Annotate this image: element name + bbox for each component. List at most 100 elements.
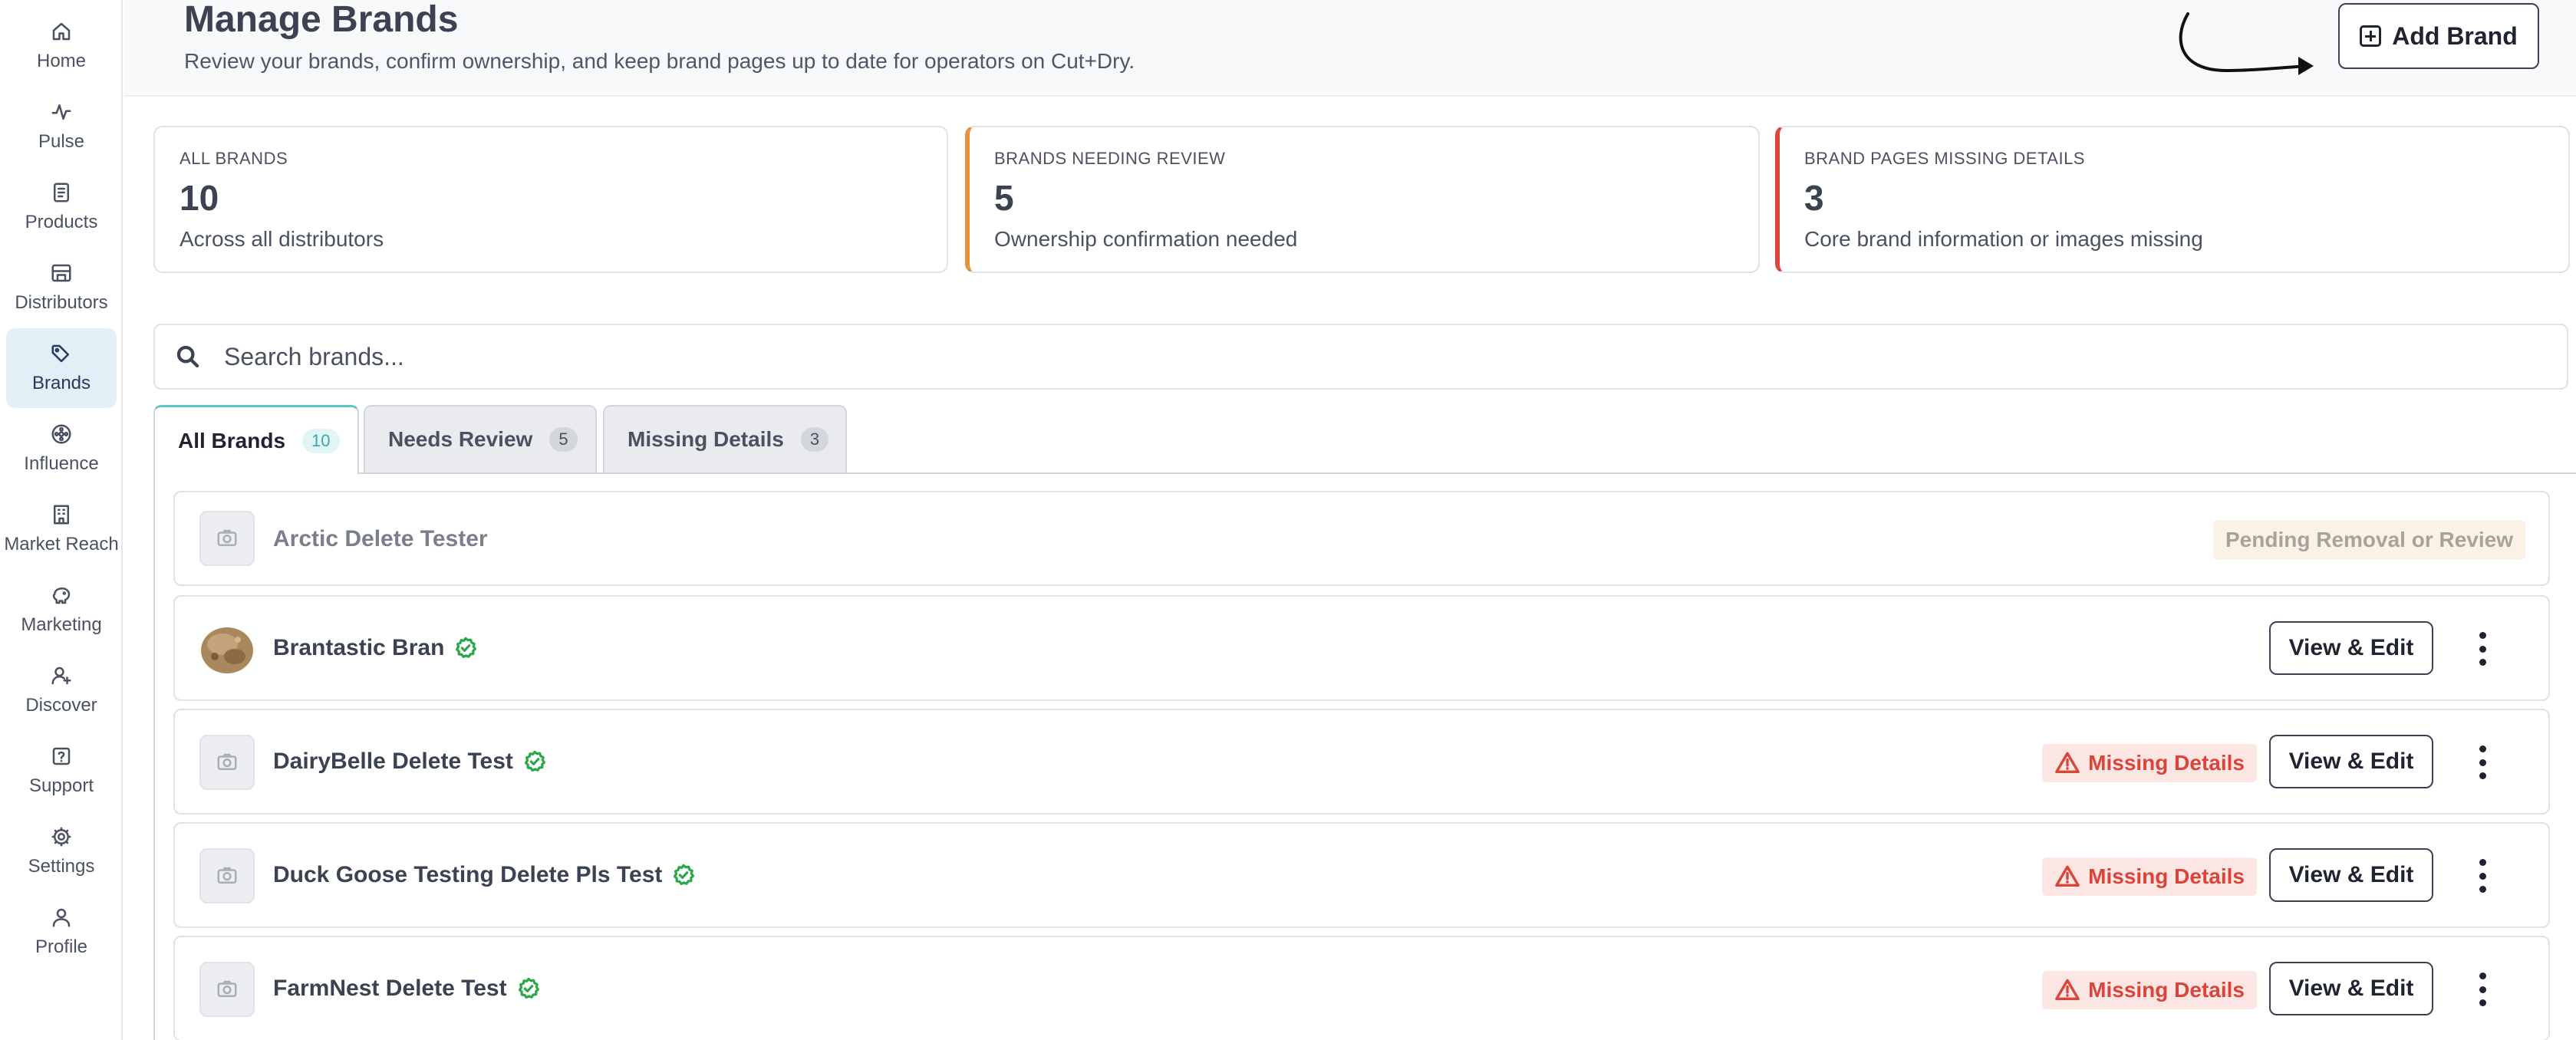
sidebar-item-support[interactable]: Support <box>6 731 117 811</box>
tag-icon <box>50 342 73 365</box>
tab-needs-review[interactable]: Needs Review 5 <box>364 405 597 472</box>
brand-name: Arctic Delete Tester <box>273 526 488 552</box>
sidebar-item-label: Distributors <box>15 292 108 313</box>
sidebar-item-products[interactable]: Products <box>6 167 117 247</box>
stat-card-needing-review: BRANDS NEEDING REVIEW 5 Ownership confir… <box>965 126 1760 273</box>
sidebar-item-label: Settings <box>28 856 95 877</box>
verified-check-icon <box>522 749 547 774</box>
sidebar-item-settings[interactable]: Settings <box>6 811 117 891</box>
page-header: Manage Brands Review your brands, confir… <box>124 0 2576 97</box>
view-edit-button[interactable]: View & Edit <box>2269 621 2433 675</box>
brand-row[interactable]: FarmNest Delete Test Missing Details Vie… <box>173 936 2550 1040</box>
search-bar <box>153 324 2568 390</box>
brand-name: DairyBelle Delete Test <box>273 749 547 775</box>
view-edit-button[interactable]: View & Edit <box>2269 962 2433 1015</box>
distributors-icon <box>50 262 73 285</box>
more-options-icon[interactable] <box>2476 859 2489 893</box>
more-options-icon[interactable] <box>2476 745 2489 779</box>
tab-count-badge: 3 <box>800 427 829 452</box>
page-title: Manage Brands <box>184 0 459 40</box>
missing-details-label: Missing Details <box>2088 978 2245 1002</box>
stat-label: BRAND PAGES MISSING DETAILS <box>1804 149 2085 168</box>
tab-all-brands[interactable]: All Brands 10 <box>153 405 359 474</box>
brand-name: Duck Goose Testing Delete Pls Test <box>273 862 696 888</box>
main-content: Manage Brands Review your brands, confir… <box>124 0 2576 1040</box>
warning-triangle-icon <box>2055 752 2080 774</box>
warning-triangle-icon <box>2055 979 2080 1001</box>
tab-count-badge: 10 <box>302 428 340 453</box>
view-edit-button[interactable]: View & Edit <box>2269 735 2433 788</box>
tab-missing-details[interactable]: Missing Details 3 <box>603 405 847 472</box>
verified-check-icon <box>453 636 478 660</box>
tab-count-badge: 5 <box>549 427 578 452</box>
brand-name-text: FarmNest Delete Test <box>273 976 507 1001</box>
missing-details-label: Missing Details <box>2088 751 2245 775</box>
sidebar-item-distributors[interactable]: Distributors <box>6 248 117 327</box>
brand-name: Brantastic Bran <box>273 635 478 661</box>
stat-value: 3 <box>1804 178 1824 218</box>
user-plus-icon <box>50 664 73 687</box>
sidebar-item-influence[interactable]: Influence <box>6 409 117 489</box>
page-subtitle: Review your brands, confirm ownership, a… <box>184 49 1135 73</box>
tab-label: All Brands <box>178 428 286 453</box>
brand-name-text: Arctic Delete Tester <box>273 526 488 551</box>
add-brand-button[interactable]: Add Brand <box>2338 3 2539 69</box>
stat-card-all-brands: ALL BRANDS 10 Across all distributors <box>153 126 948 273</box>
search-input[interactable] <box>224 342 2449 371</box>
gear-icon <box>50 825 73 848</box>
missing-details-label: Missing Details <box>2088 864 2245 888</box>
camera-placeholder-icon <box>199 962 255 1017</box>
sidebar-item-label: Pulse <box>38 131 85 152</box>
sidebar-item-label: Discover <box>25 695 97 716</box>
brand-row[interactable]: Brantastic Bran View & Edit <box>173 595 2550 701</box>
sidebar-item-pulse[interactable]: Pulse <box>6 87 117 166</box>
home-icon <box>50 20 73 43</box>
brand-row[interactable]: Duck Goose Testing Delete Pls Test Missi… <box>173 822 2550 928</box>
stat-description: Across all distributors <box>180 227 384 251</box>
stat-card-missing-details: BRAND PAGES MISSING DETAILS 3 Core brand… <box>1775 126 2570 273</box>
plus-square-icon <box>2360 25 2382 47</box>
sidebar-item-profile[interactable]: Profile <box>6 892 117 972</box>
sidebar-item-brands[interactable]: Brands <box>6 328 117 408</box>
stat-label: ALL BRANDS <box>180 149 288 168</box>
stat-value: 5 <box>994 178 1014 218</box>
sidebar-item-market-reach[interactable]: Market Reach <box>4 489 119 569</box>
add-brand-label: Add Brand <box>2392 21 2518 50</box>
tab-label: Needs Review <box>388 427 533 451</box>
question-icon <box>50 745 73 768</box>
camera-placeholder-icon <box>199 848 255 903</box>
missing-details-badge: Missing Details <box>2042 857 2257 896</box>
sidebar: Home Pulse Products Distributors Brands … <box>0 0 123 1040</box>
brand-row[interactable]: DairyBelle Delete Test Missing Details V… <box>173 709 2550 815</box>
brand-name: FarmNest Delete Test <box>273 976 541 1002</box>
sidebar-item-label: Profile <box>35 936 88 957</box>
influence-icon <box>50 423 73 446</box>
brand-logo-image <box>199 621 255 676</box>
status-badge-pending: Pending Removal or Review <box>2213 520 2525 560</box>
stat-description: Core brand information or images missing <box>1804 227 2203 251</box>
brand-name-text: DairyBelle Delete Test <box>273 749 513 774</box>
stat-description: Ownership confirmation needed <box>994 227 1298 251</box>
more-options-icon[interactable] <box>2476 632 2489 666</box>
building-icon <box>50 503 73 526</box>
sidebar-item-label: Support <box>28 775 94 796</box>
brand-row[interactable]: Arctic Delete Tester Pending Removal or … <box>173 491 2550 586</box>
sidebar-item-home[interactable]: Home <box>6 6 117 86</box>
sidebar-item-label: Products <box>25 212 98 232</box>
view-edit-button[interactable]: View & Edit <box>2269 848 2433 902</box>
piggy-bank-icon <box>50 584 73 607</box>
sidebar-item-label: Brands <box>31 373 91 393</box>
sidebar-item-label: Market Reach <box>4 534 119 555</box>
pulse-icon <box>50 100 73 123</box>
missing-details-badge: Missing Details <box>2042 971 2257 1009</box>
sidebar-item-discover[interactable]: Discover <box>6 650 117 730</box>
tab-label: Missing Details <box>628 427 784 451</box>
missing-details-badge: Missing Details <box>2042 744 2257 782</box>
sidebar-item-label: Home <box>36 51 87 71</box>
curved-arrow-icon <box>2179 12 2314 75</box>
more-options-icon[interactable] <box>2476 973 2489 1006</box>
products-icon <box>50 181 73 204</box>
stat-label: BRANDS NEEDING REVIEW <box>994 149 1226 168</box>
camera-placeholder-icon <box>199 735 255 790</box>
sidebar-item-marketing[interactable]: Marketing <box>6 570 117 650</box>
